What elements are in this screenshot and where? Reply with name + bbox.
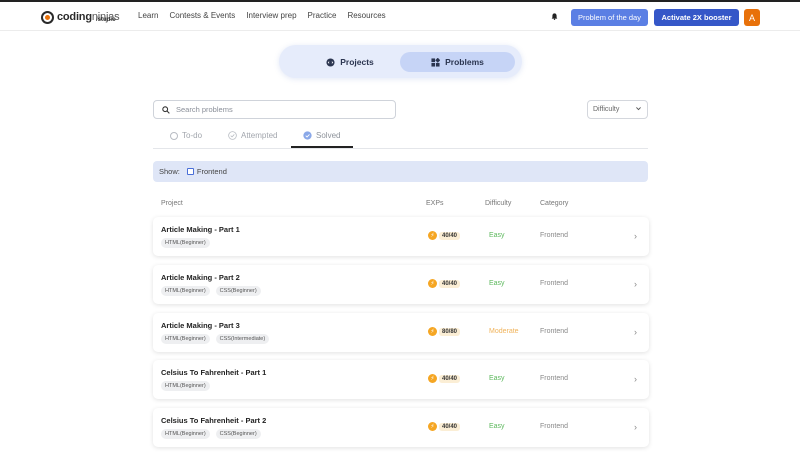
logo-subtitle: /studio <box>96 17 116 23</box>
difficulty-dropdown-label: Difficulty <box>593 106 620 113</box>
problem-of-the-day-button[interactable]: Problem of the day <box>571 9 648 26</box>
chevron-right-icon[interactable]: › <box>634 327 637 337</box>
exp-badge: ⚡ 40/40 <box>428 422 461 431</box>
skill-tag: CSS(Intermediate) <box>215 334 270 344</box>
exp-badge: ⚡ 40/40 <box>428 279 461 288</box>
exp-value: 40/40 <box>439 279 461 288</box>
exp-value: 80/80 <box>439 327 461 336</box>
difficulty-value: Easy <box>489 375 505 382</box>
attempted-icon <box>228 131 237 140</box>
category-value: Frontend <box>540 423 569 430</box>
switch-projects-label: Projects <box>340 57 374 67</box>
problems-icon <box>431 57 441 67</box>
avatar[interactable]: A <box>744 9 760 26</box>
chevron-right-icon[interactable]: › <box>634 279 637 289</box>
bell-icon[interactable] <box>551 13 558 20</box>
chevron-right-icon[interactable]: › <box>634 374 637 384</box>
difficulty-dropdown[interactable]: Difficulty <box>587 100 648 119</box>
nav-links: Learn Contests & Events Interview prep P… <box>138 11 386 20</box>
projects-problems-switcher: Projects Problems <box>279 45 522 78</box>
search-icon <box>162 105 170 114</box>
table-header: Project EXPs Difficulty Category <box>153 200 648 210</box>
tab-solved[interactable]: Solved <box>303 131 340 140</box>
tab-todo-label: To-do <box>182 131 203 140</box>
row-title: Celsius To Fahrenheit - Part 2 <box>161 416 267 425</box>
exp-value: 40/40 <box>439 231 461 240</box>
table-row[interactable]: Celsius To Fahrenheit - Part 2 HTML(Begi… <box>153 408 649 447</box>
category-value: Frontend <box>540 328 569 335</box>
difficulty-value: Easy <box>489 423 505 430</box>
column-exps: EXPs <box>426 200 444 207</box>
switch-problems[interactable]: Problems <box>400 52 515 72</box>
row-title: Celsius To Fahrenheit - Part 1 <box>161 368 267 377</box>
logo-mark-icon <box>41 10 54 24</box>
table-row[interactable]: Article Making - Part 3 HTML(Beginner) C… <box>153 313 649 352</box>
coin-icon: ⚡ <box>428 279 437 288</box>
coin-icon: ⚡ <box>428 327 437 336</box>
column-project: Project <box>161 200 183 207</box>
exp-badge: ⚡ 40/40 <box>428 374 461 383</box>
table-row[interactable]: Article Making - Part 1 HTML(Beginner) ⚡… <box>153 217 649 256</box>
nav-link-interview-prep[interactable]: Interview prep <box>246 11 296 20</box>
row-title: Article Making - Part 3 <box>161 321 240 330</box>
row-tags: HTML(Beginner) <box>161 238 210 248</box>
skill-tag: CSS(Beginner) <box>215 286 261 296</box>
nav-link-practice[interactable]: Practice <box>308 11 337 20</box>
nav-link-learn[interactable]: Learn <box>138 11 158 20</box>
category-value: Frontend <box>540 375 569 382</box>
coin-icon: ⚡ <box>428 374 437 383</box>
top-navbar: codingninjas /studio Learn Contests & Ev… <box>0 2 800 31</box>
exp-badge: ⚡ 40/40 <box>428 231 461 240</box>
skill-tag: HTML(Beginner) <box>161 381 210 391</box>
category-value: Frontend <box>540 280 569 287</box>
frontend-filter-label[interactable]: Frontend <box>197 167 227 176</box>
skill-tag: CSS(Beginner) <box>215 429 261 439</box>
chevron-right-icon[interactable]: › <box>634 231 637 241</box>
skill-tag: HTML(Beginner) <box>161 334 210 344</box>
switch-projects[interactable]: Projects <box>289 52 411 72</box>
row-tags: HTML(Beginner) CSS(Beginner) <box>161 429 261 439</box>
column-difficulty: Difficulty <box>485 200 512 207</box>
tab-solved-label: Solved <box>316 131 341 140</box>
solved-check-icon <box>303 131 312 140</box>
coin-icon: ⚡ <box>428 422 437 431</box>
difficulty-value: Easy <box>489 280 505 287</box>
chevron-down-icon <box>636 107 641 111</box>
active-tab-underline <box>291 146 353 148</box>
tab-attempted-label: Attempted <box>241 131 278 140</box>
difficulty-value: Easy <box>489 232 505 239</box>
exp-value: 40/40 <box>439 422 461 431</box>
switch-problems-label: Problems <box>445 57 484 67</box>
difficulty-value: Moderate <box>489 328 519 335</box>
status-tabs: To-do Attempted Solved <box>153 128 648 149</box>
row-tags: HTML(Beginner) CSS(Beginner) <box>161 286 261 296</box>
projects-icon <box>326 57 335 67</box>
chevron-right-icon[interactable]: › <box>634 422 637 432</box>
frontend-checkbox[interactable] <box>186 168 194 175</box>
activate-booster-button[interactable]: Activate 2X booster <box>654 9 739 26</box>
table-row[interactable]: Celsius To Fahrenheit - Part 1 HTML(Begi… <box>153 360 649 399</box>
category-value: Frontend <box>540 232 569 239</box>
row-title: Article Making - Part 1 <box>161 225 240 234</box>
exp-value: 40/40 <box>439 374 461 383</box>
table-row[interactable]: Article Making - Part 2 HTML(Beginner) C… <box>153 265 649 304</box>
tab-todo[interactable]: To-do <box>170 131 202 140</box>
skill-tag: HTML(Beginner) <box>161 286 210 296</box>
nav-link-contests[interactable]: Contests & Events <box>169 11 235 20</box>
show-filter-bar: Show: Frontend <box>153 161 648 182</box>
todo-circle-icon <box>170 131 178 140</box>
search-box[interactable] <box>153 100 396 119</box>
search-input[interactable] <box>176 105 376 114</box>
row-tags: HTML(Beginner) CSS(Intermediate) <box>161 334 270 344</box>
row-title: Article Making - Part 2 <box>161 273 240 282</box>
column-category: Category <box>540 200 569 207</box>
tab-attempted[interactable]: Attempted <box>228 131 277 140</box>
coin-icon: ⚡ <box>428 231 437 240</box>
show-label: Show: <box>159 167 180 176</box>
skill-tag: HTML(Beginner) <box>161 238 210 248</box>
exp-badge: ⚡ 80/80 <box>428 327 461 336</box>
row-tags: HTML(Beginner) <box>161 381 210 391</box>
nav-link-resources[interactable]: Resources <box>347 11 385 20</box>
skill-tag: HTML(Beginner) <box>161 429 210 439</box>
